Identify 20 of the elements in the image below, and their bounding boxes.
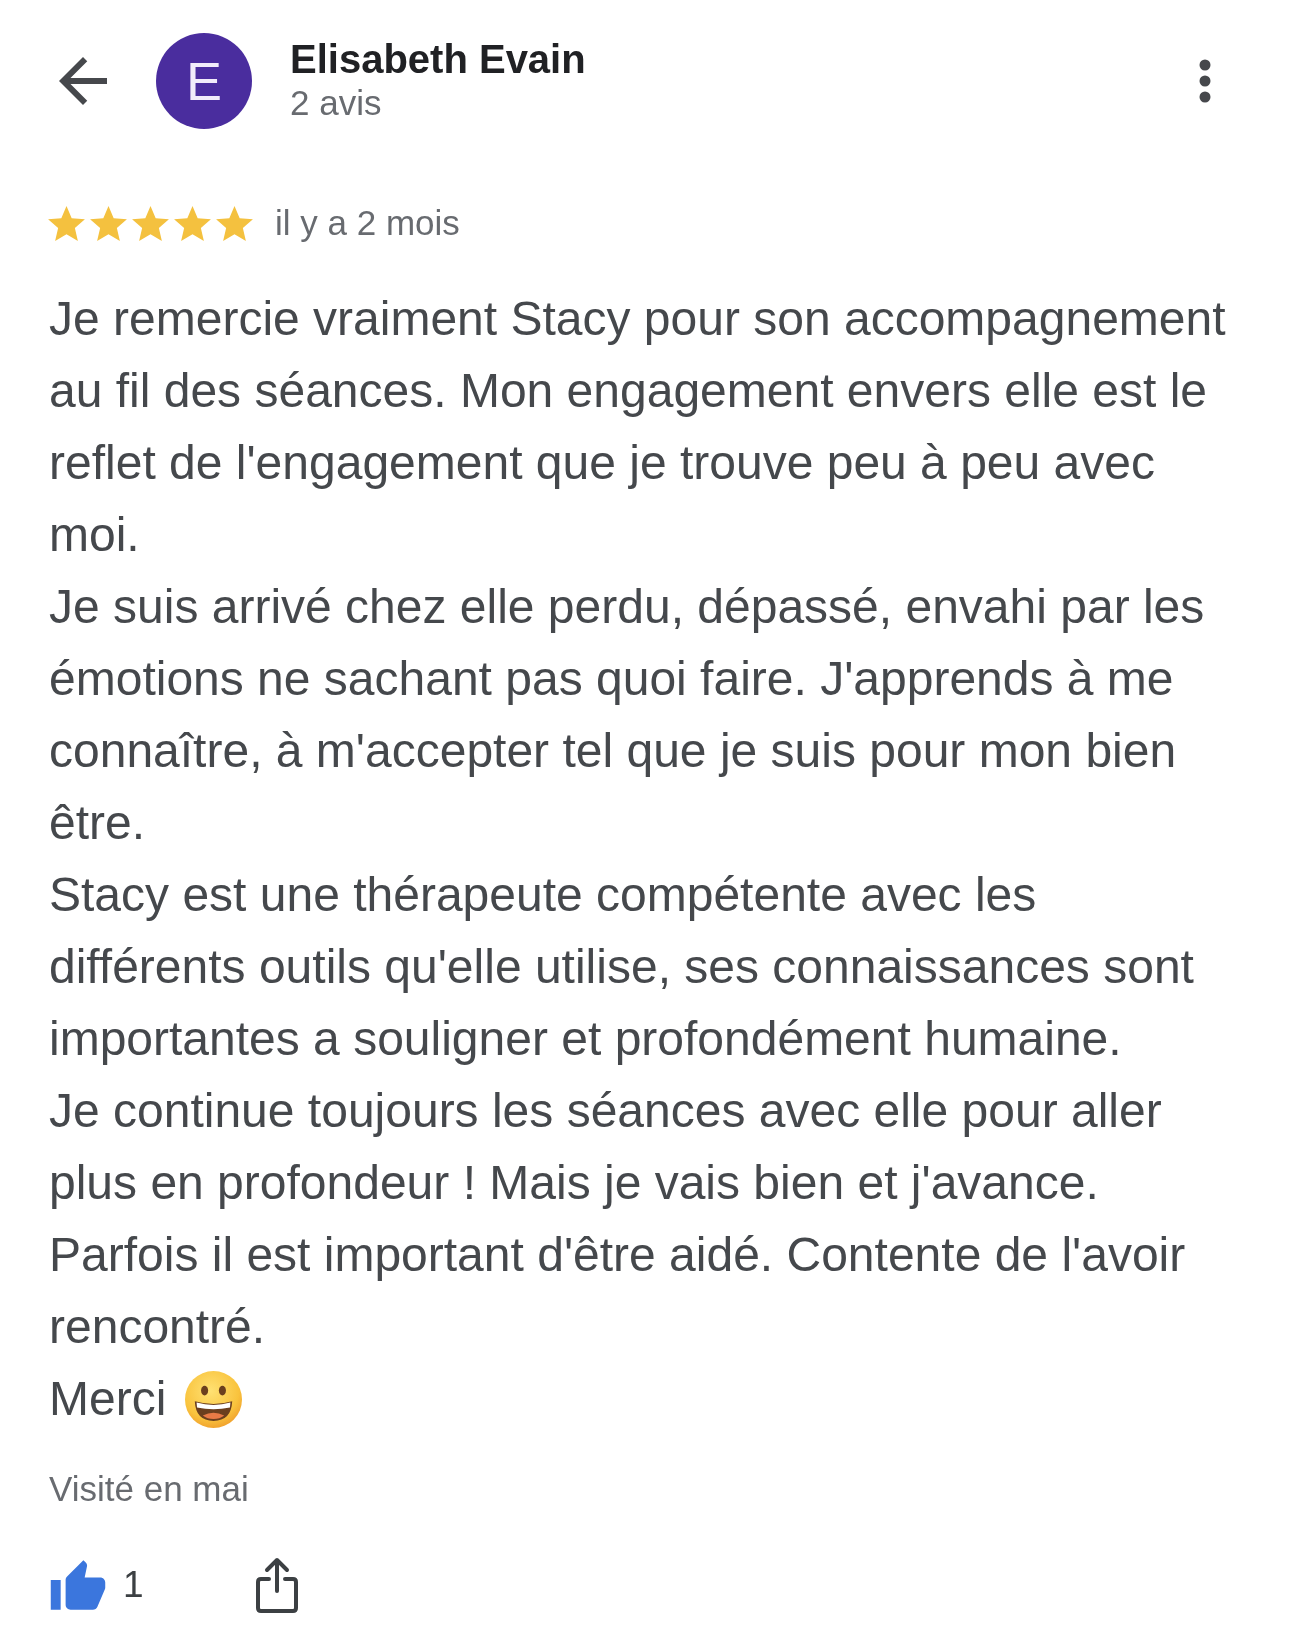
star-icon	[48, 205, 85, 241]
more-options-button[interactable]	[1199, 59, 1211, 103]
review-date: il y a 2 mois	[275, 203, 460, 243]
star-icon	[174, 205, 211, 241]
review-count: 2 avis	[290, 82, 383, 124]
grinning-face-icon	[185, 1370, 243, 1428]
back-arrow-icon	[59, 57, 107, 105]
share-button[interactable]	[255, 1557, 298, 1613]
like-button[interactable]: 1	[49, 1559, 144, 1611]
review-text: Je remercie vraiment Stacy pour son accompagnement au fil des séances. Mon engagement envers elle est le reflet de l'engagement que je trouve peu à peu avec moi. Je suis arrivé chez elle perdu, dépassé, envahi par les émotions ne sachant pas quoi faire. J'apprends à me connaître, à m'accepter tel que je suis pour mon bien être. Stacy est une thérapeute compétente avec les différents outils qu'elle utilise, ses connaissances sont importantes a souligner et profondément humaine. Je continue toujours les séances avec elle pour aller plus en profondeur ! Mais je vais bien et j'avance. Parfois il est important d'être aidé. Contente de l'avoir rencontré.	[49, 291, 1227, 1355]
avatar: E	[156, 33, 252, 129]
more-vertical-icon	[1199, 59, 1211, 103]
closing-text: Merci	[49, 1371, 167, 1427]
back-button[interactable]	[59, 57, 107, 105]
star-icon	[90, 205, 127, 241]
star-icon	[216, 205, 253, 241]
share-icon	[255, 1557, 298, 1613]
visit-date: Visité en mai	[49, 1469, 249, 1509]
star-icon	[132, 205, 169, 241]
reviewer-name: Elisabeth Evain	[290, 36, 586, 82]
